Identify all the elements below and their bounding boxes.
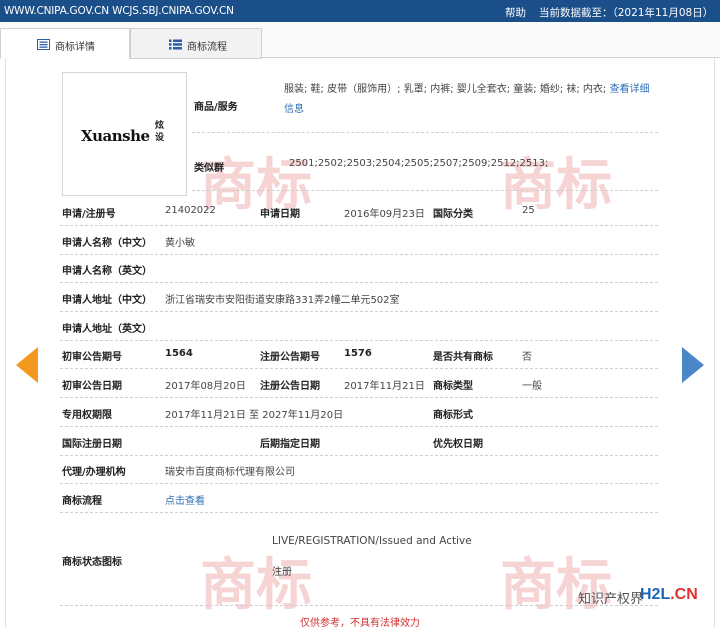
brand-text: 知识产权界 [578,592,644,607]
reg-no-value: 21402022 [165,205,216,216]
goods-label: 商品/服务 [194,102,238,113]
divider [60,282,658,283]
similar-group-label: 类似群 [194,163,224,174]
prelim-date-value: 2017年08月20日 [165,381,246,392]
divider [60,311,658,312]
similar-group-value: 2501;2502;2503;2504;2505;2507;2509;2512;… [289,158,549,169]
tm-type-value: 一般 [522,381,542,392]
divider [60,512,658,513]
divider [60,483,658,484]
divider [60,605,658,606]
divider [60,340,658,341]
divider [192,190,658,191]
tab-trademark-detail[interactable]: 商标详情 [0,28,130,59]
reg-pub-no-value: 1576 [344,348,372,359]
address-en-label: 申请人地址（英文） [62,324,152,335]
prelim-no-value: 1564 [165,348,193,359]
intl-reg-date-label: 国际注册日期 [62,439,122,450]
agent-label: 代理/办理机构 [62,467,126,478]
trademark-image: Xuanshe 炫设 [62,72,187,196]
tab-bar: 商标详情 商标流程 [0,22,720,59]
trademark-logo-cn: 炫设 [155,121,165,143]
prelim-date-label: 初审公告日期 [62,381,122,392]
later-date-label: 后期指定日期 [260,439,320,450]
apply-date-label: 申请日期 [260,209,300,220]
brand-watermark: 知识产权界 H2L.CN [578,586,698,607]
apply-date-value: 2016年09月23日 [344,209,425,220]
applicant-en-label: 申请人名称（英文） [62,266,152,277]
status-cn: 注册 [272,567,292,578]
top-bar: WWW.CNIPA.GOV.CN WCJS.SBJ.CNIPA.GOV.CN 帮… [0,0,720,22]
applicant-cn-value: 黄小敏 [165,238,195,249]
next-arrow-icon[interactable] [682,347,704,383]
divider [192,132,658,133]
applicant-cn-label: 申请人名称（中文） [62,238,152,249]
help-link[interactable]: 帮助 [505,5,526,20]
site-logo: H2L.CN [640,586,698,603]
goods-value: 服装; 鞋; 皮带（服饰用）; 乳罩; 内裤; 婴儿全套衣; 童装; 婚纱; 袜… [284,84,650,115]
exclusive-label: 专用权期限 [62,410,112,421]
reg-pub-date-label: 注册公告日期 [260,381,320,392]
intl-class-value: 25 [522,205,535,216]
reg-no-label: 申请/注册号 [62,209,116,220]
disclaimer: 仅供参考，不具有法律效力 [300,618,420,628]
agent-value: 瑞安市百度商标代理有限公司 [165,467,295,478]
divider [60,426,658,427]
flow-view-link[interactable]: 点击查看 [165,492,205,507]
shared-value: 否 [522,352,532,363]
prelim-no-label: 初审公告期号 [62,352,122,363]
tab-trademark-flow[interactable]: 商标流程 [130,28,262,59]
divider [60,397,658,398]
address-cn-value: 浙江省瑞安市安阳街道安康路331弄2幢二单元502室 [165,295,400,306]
reg-pub-date-value: 2017年11月21日 [344,381,425,392]
list-icon [169,39,182,50]
address-cn-label: 申请人地址（中文） [62,295,152,306]
divider [60,254,658,255]
tab-label: 商标流程 [187,42,227,53]
prev-arrow-icon[interactable] [16,347,38,383]
divider [60,368,658,369]
trademark-logo-text: Xuanshe [81,127,150,145]
list-detail-icon [37,39,50,50]
divider [60,455,658,456]
exclusive-value: 2017年11月21日 至 2027年11月20日 [165,410,344,421]
status-en: LIVE/REGISTRATION/Issued and Active [272,535,472,547]
shared-label: 是否共有商标 [433,352,493,363]
reg-pub-no-label: 注册公告期号 [260,352,320,363]
site-host: WWW.CNIPA.GOV.CN WCJS.SBJ.CNIPA.GOV.CN [4,5,234,17]
divider [60,225,658,226]
data-date: 当前数据截至：（2021年11月08日） [539,7,714,19]
flow-label: 商标流程 [62,496,102,507]
tm-form-label: 商标形式 [433,410,473,421]
intl-class-label: 国际分类 [433,209,473,220]
status-label: 商标状态图标 [62,557,122,568]
priority-label: 优先权日期 [433,439,483,450]
tm-type-label: 商标类型 [433,381,473,392]
tab-label: 商标详情 [55,42,95,53]
